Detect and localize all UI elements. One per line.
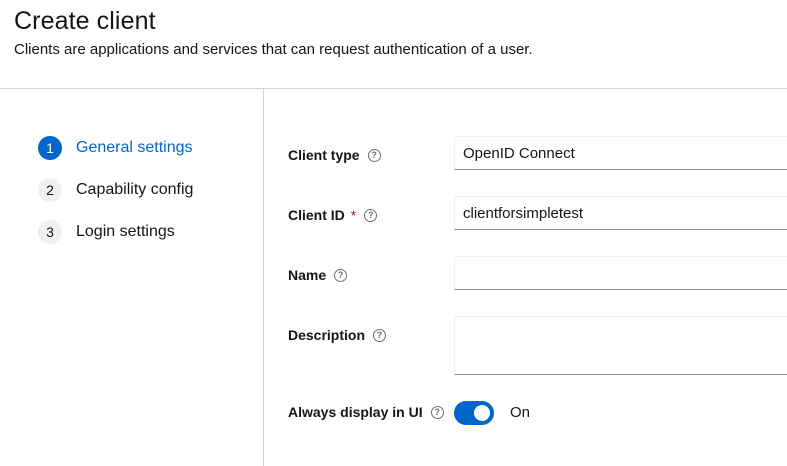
step-number: 1 [38,136,62,160]
wizard-step-login-settings[interactable]: 3 Login settings [38,220,175,244]
client-type-label-text: Client type [288,147,360,163]
client-id-label-text: Client ID [288,207,345,223]
step-label: General settings [76,139,193,156]
page-subtitle: Clients are applications and services th… [14,41,533,58]
toggle-knob [474,405,490,421]
always-display-label-text: Always display in UI [288,404,423,420]
client-id-label: Client ID * ? [288,207,378,223]
help-circle-icon[interactable]: ? [373,328,387,342]
client-id-input[interactable]: clientforsimpletest [454,196,787,230]
step-number: 3 [38,220,62,244]
page-header: Create client Clients are applications a… [0,0,787,89]
description-label: Description ? [288,327,387,343]
page-title: Create client [14,7,156,35]
description-textarea[interactable] [454,316,787,375]
client-id-value: clientforsimpletest [463,204,584,222]
always-display-state: On [510,404,531,421]
description-label-text: Description [288,327,366,343]
client-type-label: Client type ? [288,147,381,163]
name-input[interactable] [454,256,787,290]
help-circle-icon[interactable]: ? [430,405,444,419]
step-label: Login settings [76,223,175,240]
help-circle-icon[interactable]: ? [364,208,378,222]
wizard-step-capability-config[interactable]: 2 Capability config [38,178,193,202]
help-circle-icon[interactable]: ? [334,268,348,282]
always-display-label: Always display in UI ? [288,404,444,420]
help-circle-icon[interactable]: ? [367,148,381,162]
client-type-value: OpenID Connect [463,144,575,162]
step-number: 2 [38,178,62,202]
name-label: Name ? [288,267,348,283]
required-indicator: * [350,207,357,223]
wizard-step-general-settings[interactable]: 1 General settings [38,136,193,160]
wizard-nav: 1 General settings 2 Capability config 3… [0,89,264,466]
step-label: Capability config [76,181,194,198]
name-label-text: Name [288,267,327,283]
client-type-select[interactable]: OpenID Connect [454,136,787,170]
always-display-toggle[interactable] [454,401,494,425]
